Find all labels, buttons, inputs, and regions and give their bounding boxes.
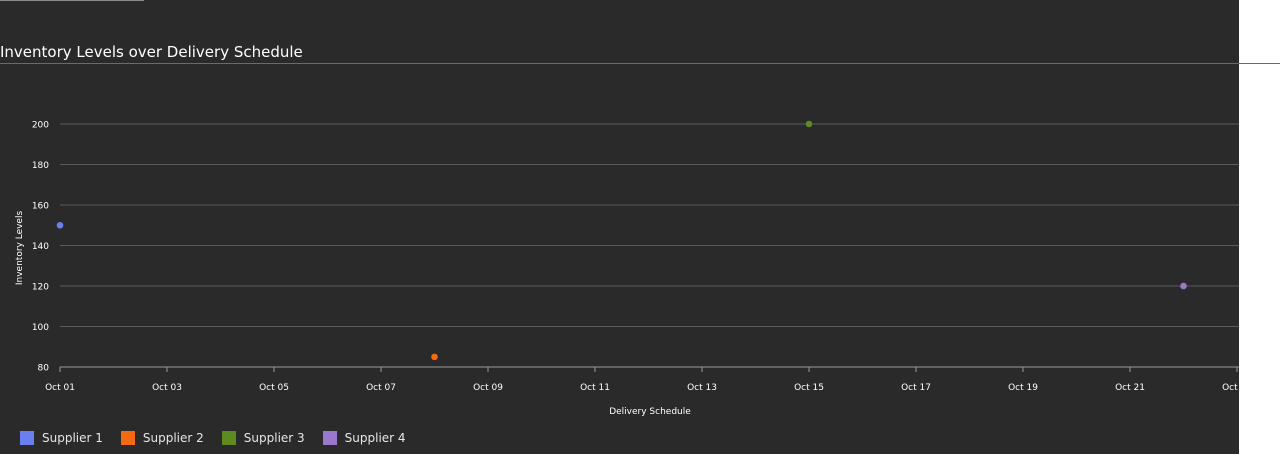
x-tick-label: Oct 15 (794, 383, 824, 393)
data-point-supplier-4[interactable] (1180, 282, 1187, 290)
y-tick-label: 120 (32, 283, 49, 293)
y-tick-label: 80 (38, 364, 50, 374)
x-tick-label: Oct 05 (259, 383, 289, 393)
x-tick-label: Oct 21 (1115, 383, 1145, 393)
x-tick-label: Oct 13 (687, 383, 717, 393)
y-tick-label: 100 (32, 323, 49, 333)
data-point-supplier-3[interactable] (805, 120, 813, 128)
legend-swatch (20, 431, 34, 445)
legend-item-supplier-2[interactable]: Supplier 2 (120, 431, 204, 445)
legend-item-supplier-1[interactable]: Supplier 1 (20, 431, 103, 445)
legend-label: Supplier 4 (344, 431, 406, 445)
x-axis-title: Delivery Schedule (609, 407, 691, 417)
data-point-supplier-1[interactable] (56, 221, 64, 229)
x-tick-label: Oct 23 (1222, 383, 1239, 393)
data-point-supplier-2[interactable] (431, 353, 438, 361)
x-tick-label: Oct 01 (45, 383, 75, 393)
legend-label: Supplier 1 (42, 431, 103, 445)
legend-swatch (120, 431, 135, 445)
x-tick-label: Oct 17 (901, 383, 931, 393)
chart-legend: Supplier 1 Supplier 2 Supplier 3 Supplier 4 (20, 430, 424, 446)
y-axis-title: Inventory Levels (15, 211, 25, 286)
x-tick-label: Oct 11 (580, 383, 610, 393)
legend-swatch (322, 431, 337, 445)
y-tick-label: 140 (32, 242, 49, 252)
x-tick-label: Oct 09 (473, 383, 503, 393)
chart-plot-area: 80 100 120 140 160 180 200 Oct 01 Oct 03 Oct 05 Oc… (15, 120, 1239, 417)
legend-label: Supplier 3 (243, 431, 305, 445)
y-tick-label: 160 (32, 202, 49, 212)
legend-item-supplier-3[interactable]: Supplier 3 (221, 431, 305, 445)
x-tick-label: Oct 19 (1008, 383, 1038, 393)
x-tick-label: Oct 03 (152, 383, 182, 393)
legend-label: Supplier 2 (142, 431, 204, 445)
x-tick-label: Oct 07 (366, 383, 396, 393)
legend-item-supplier-4[interactable]: Supplier 4 (322, 431, 406, 445)
y-tick-label: 180 (32, 161, 49, 171)
legend-swatch (221, 431, 236, 445)
y-tick-label: 200 (32, 121, 49, 131)
